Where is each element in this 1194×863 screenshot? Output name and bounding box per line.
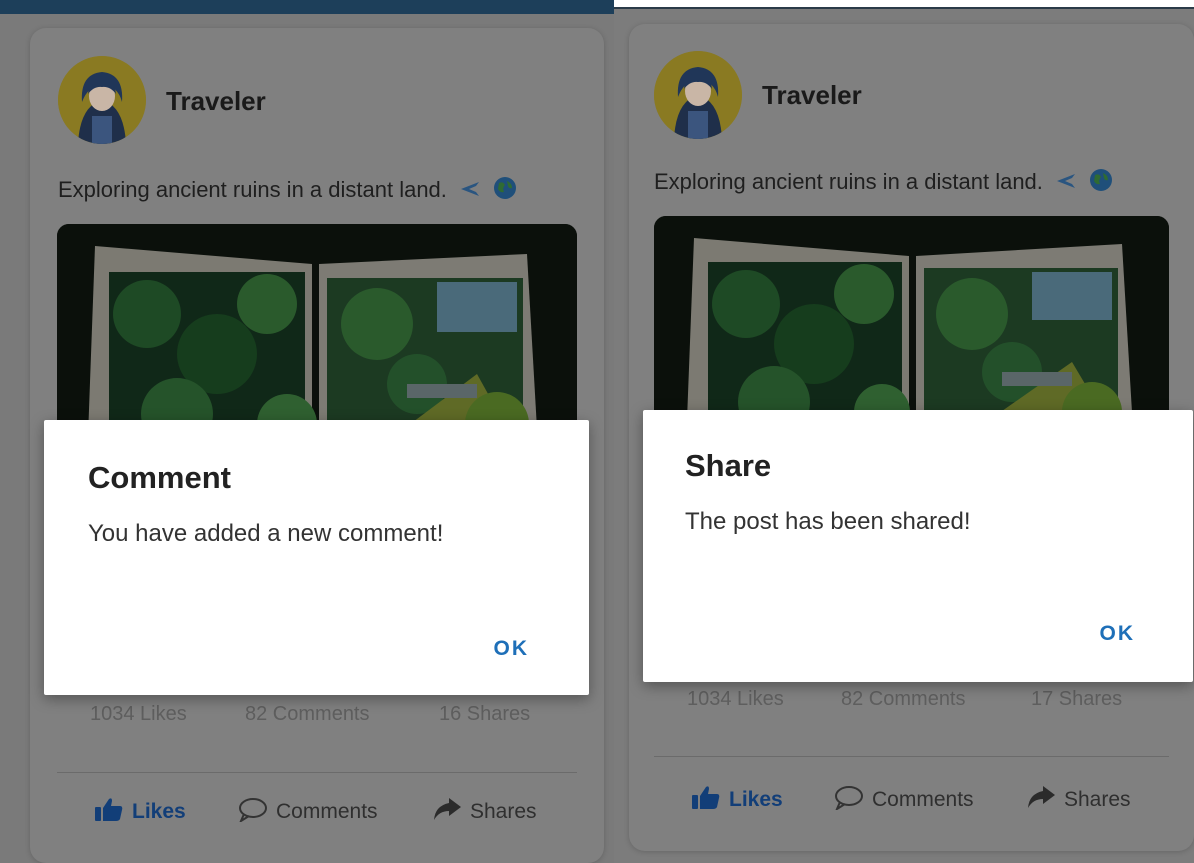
user-name[interactable]: Traveler	[762, 80, 862, 111]
avatar[interactable]	[654, 51, 742, 139]
share-button-label: Shares	[470, 800, 537, 823]
dialog-message: The post has been shared!	[685, 508, 971, 535]
ok-button[interactable]: OK	[494, 637, 530, 661]
likes-count: 1034 Likes	[90, 703, 187, 725]
comment-button-label: Comments	[276, 800, 378, 823]
like-button-label: Likes	[132, 800, 186, 823]
shares-count: 16 Shares	[439, 703, 531, 725]
share-arrow-icon	[432, 796, 462, 828]
dialog-message: You have added a new comment!	[88, 520, 444, 547]
likes-count: 1034 Likes	[687, 688, 784, 710]
dialog-title: Share	[685, 448, 772, 483]
airplane-icon	[459, 177, 481, 205]
comment-button-label: Comments	[872, 788, 974, 811]
user-name[interactable]: Traveler	[166, 86, 266, 117]
post-text-content: Exploring ancient ruins in a distant lan…	[654, 168, 1043, 194]
comment-dialog: Comment You have added a new comment! OK	[44, 420, 589, 695]
screen-share: Traveler Exploring ancient ruins in a di…	[614, 0, 1194, 863]
post-text: Exploring ancient ruins in a distant lan…	[654, 168, 1113, 198]
share-dialog: Share The post has been shared! OK	[643, 410, 1193, 682]
comment-bubble-icon	[238, 796, 268, 828]
comments-count: 82 Comments	[245, 703, 370, 725]
screen-comment: Traveler Exploring ancient ruins in a di…	[0, 0, 614, 863]
comment-bubble-icon	[834, 784, 864, 816]
like-button-label: Likes	[729, 788, 783, 811]
like-button[interactable]: Likes	[691, 784, 783, 816]
divider	[654, 756, 1169, 757]
divider	[57, 772, 577, 773]
avatar[interactable]	[58, 56, 146, 144]
post-text-content: Exploring ancient ruins in a distant lan…	[58, 176, 447, 202]
airplane-icon	[1055, 169, 1077, 197]
globe-icon	[493, 176, 517, 206]
share-button-label: Shares	[1064, 788, 1131, 811]
post-text: Exploring ancient ruins in a distant lan…	[58, 176, 517, 206]
thumbs-up-icon	[94, 796, 124, 828]
status-bar	[0, 0, 614, 14]
share-button[interactable]: Shares	[432, 796, 537, 828]
shares-count: 17 Shares	[1031, 688, 1123, 710]
comments-count: 82 Comments	[841, 688, 966, 710]
comment-button[interactable]: Comments	[834, 784, 974, 816]
globe-icon	[1089, 168, 1113, 198]
dialog-title: Comment	[88, 460, 231, 495]
like-button[interactable]: Likes	[94, 796, 186, 828]
thumbs-up-icon	[691, 784, 721, 816]
share-button[interactable]: Shares	[1026, 784, 1131, 816]
status-bar	[614, 0, 1194, 9]
comment-button[interactable]: Comments	[238, 796, 378, 828]
ok-button[interactable]: OK	[1100, 622, 1136, 646]
share-arrow-icon	[1026, 784, 1056, 816]
